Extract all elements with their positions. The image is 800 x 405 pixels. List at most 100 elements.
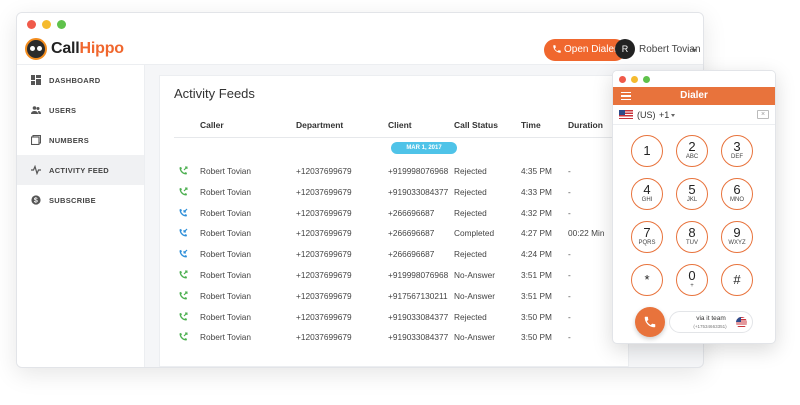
activity-table-body: Robert Tovian +12037699679 +919998076968 Re… <box>174 164 630 351</box>
sidebar-item-activity-feed[interactable]: ACTIVITY FEED <box>17 155 144 185</box>
caller-cell: Robert Tovian <box>200 269 252 280</box>
page-title: Activity Feeds <box>174 86 255 101</box>
column-header-time[interactable]: Time <box>521 120 541 130</box>
dial-key[interactable]: 2 ABC <box>676 135 708 167</box>
dial-code[interactable]: +1 <box>659 110 669 120</box>
table-row[interactable]: Robert Tovian +12037699679 +919033084377 No… <box>174 330 630 351</box>
us-flag-icon <box>619 110 633 119</box>
duration-cell: 00:22 Min <box>568 228 605 239</box>
dialer-close-button[interactable] <box>619 75 626 83</box>
activity-icon <box>31 165 41 175</box>
call-status-cell: Rejected <box>454 207 487 218</box>
sidebar-item-label: ACTIVITY FEED <box>49 165 110 175</box>
incoming-call-icon <box>179 208 188 217</box>
dial-key-digit: 7 <box>643 225 651 240</box>
dial-key[interactable]: 4 GHI <box>631 178 663 210</box>
table-row[interactable]: Robert Tovian +12037699679 +919033084377 Re… <box>174 185 630 206</box>
client-cell[interactable]: +919033084377 <box>388 185 448 199</box>
dial-key-letters: PQRS <box>638 240 656 246</box>
dial-key[interactable]: 5 JKL <box>676 178 708 210</box>
country-label[interactable]: (US) <box>637 110 656 120</box>
table-row[interactable]: Robert Tovian +12037699679 +266696687 Rejec… <box>174 206 630 227</box>
client-cell[interactable]: +266696687 <box>388 247 434 261</box>
dial-key-digit: 8 <box>688 225 696 240</box>
department-cell: +12037699679 <box>296 207 352 218</box>
caller-id-selector[interactable]: via it team (+17534663351) <box>669 311 753 333</box>
table-row[interactable]: Robert Tovian +12037699679 +266696687 Rejec… <box>174 247 630 268</box>
dial-key-letters: TUV <box>686 240 698 246</box>
chevron-down-icon[interactable] <box>691 49 697 52</box>
time-cell: 4:24 PM <box>521 249 552 260</box>
department-cell: +12037699679 <box>296 186 352 197</box>
dial-key-letters: ABC <box>685 154 699 160</box>
column-header-department[interactable]: Department <box>296 120 343 130</box>
dial-key-digit: 6 <box>733 182 741 197</box>
numbers-icon <box>31 135 41 145</box>
dial-key[interactable]: 9 WXYZ <box>721 221 753 253</box>
caller-cell: Robert Tovian <box>200 207 252 218</box>
sidebar-item-subscribe[interactable]: $ SUBSCRIBE <box>17 185 144 215</box>
time-cell: 4:32 PM <box>521 207 552 218</box>
client-cell[interactable]: +919998076968 <box>388 164 448 178</box>
dialer-window: Dialer (US) +1 × 1 2 ABC 3 DEF 4 GHI 5 JKL 6 MNO 7 P… <box>612 70 776 344</box>
call-button[interactable] <box>635 307 665 337</box>
column-header-client[interactable]: Client <box>388 120 412 130</box>
dial-key[interactable]: # <box>721 264 753 296</box>
backspace-icon[interactable]: × <box>757 110 769 119</box>
sidebar-item-numbers[interactable]: NUMBERS <box>17 125 144 155</box>
client-cell[interactable]: +919998076968 <box>388 268 448 282</box>
dial-key[interactable]: 3 DEF <box>721 135 753 167</box>
time-cell: 3:51 PM <box>521 290 552 301</box>
time-cell: 3:51 PM <box>521 269 552 280</box>
sidebar-item-dashboard[interactable]: DASHBOARD <box>17 65 144 95</box>
dial-key-letters: MNO <box>730 197 744 203</box>
dashboard-icon <box>31 75 41 85</box>
dial-key-digit: 3 <box>733 139 741 154</box>
table-row[interactable]: Robert Tovian +12037699679 +919033084377 Re… <box>174 310 630 331</box>
dialer-minimize-button[interactable] <box>631 75 638 83</box>
column-header-caller[interactable]: Caller <box>200 120 224 130</box>
dial-key[interactable]: * <box>631 264 663 296</box>
dial-key[interactable]: 1 <box>631 135 663 167</box>
dial-key-letters: + <box>690 283 694 289</box>
dial-key[interactable]: 7 PQRS <box>631 221 663 253</box>
maximize-window-button[interactable] <box>57 19 66 29</box>
caller-cell: Robert Tovian <box>200 186 252 197</box>
callhippo-logo[interactable]: CallHippo <box>25 38 124 60</box>
column-header-call-status[interactable]: Call Status <box>454 120 498 130</box>
call-status-cell: Rejected <box>454 186 487 197</box>
outgoing-call-icon <box>179 312 188 321</box>
department-cell: +12037699679 <box>296 290 352 301</box>
phone-icon <box>553 45 561 53</box>
table-row[interactable]: Robert Tovian +12037699679 +917567130211 No… <box>174 289 630 310</box>
dialer-number-field[interactable]: (US) +1 × <box>613 105 775 125</box>
dial-key-digit: * <box>644 272 650 287</box>
client-cell[interactable]: +917567130211 <box>388 289 448 303</box>
via-team-number: (+17534663351) <box>693 324 727 329</box>
client-cell[interactable]: +266696687 <box>388 226 434 240</box>
open-dialer-button[interactable]: Open Dialer <box>544 39 627 61</box>
dial-key-digit: # <box>733 272 741 287</box>
call-status-cell: Completed <box>454 228 495 239</box>
client-cell[interactable]: +919033084377 <box>388 330 448 344</box>
sidebar: DASHBOARD USERS NUMBERS ACTIVITY FEED $ … <box>17 65 145 367</box>
table-row[interactable]: Robert Tovian +12037699679 +919998076968 No… <box>174 268 630 289</box>
outgoing-call-icon <box>179 291 188 300</box>
client-cell[interactable]: +919033084377 <box>388 310 448 324</box>
minimize-window-button[interactable] <box>42 19 51 29</box>
avatar[interactable]: R <box>615 39 635 59</box>
table-row[interactable]: Robert Tovian +12037699679 +919998076968 Re… <box>174 164 630 185</box>
dial-key-digit: 9 <box>733 225 741 240</box>
dialer-maximize-button[interactable] <box>643 75 650 83</box>
sidebar-item-users[interactable]: USERS <box>17 95 144 125</box>
open-dialer-label: Open Dialer <box>564 44 618 55</box>
client-cell[interactable]: +266696687 <box>388 206 434 220</box>
close-window-button[interactable] <box>27 19 36 29</box>
table-row[interactable]: Robert Tovian +12037699679 +266696687 Compl… <box>174 226 630 247</box>
chevron-down-icon[interactable] <box>671 114 675 117</box>
dial-key[interactable]: 6 MNO <box>721 178 753 210</box>
column-header-duration[interactable]: Duration <box>568 120 603 130</box>
dial-key[interactable]: 0 + <box>676 264 708 296</box>
dial-key[interactable]: 8 TUV <box>676 221 708 253</box>
department-cell: +12037699679 <box>296 332 352 343</box>
